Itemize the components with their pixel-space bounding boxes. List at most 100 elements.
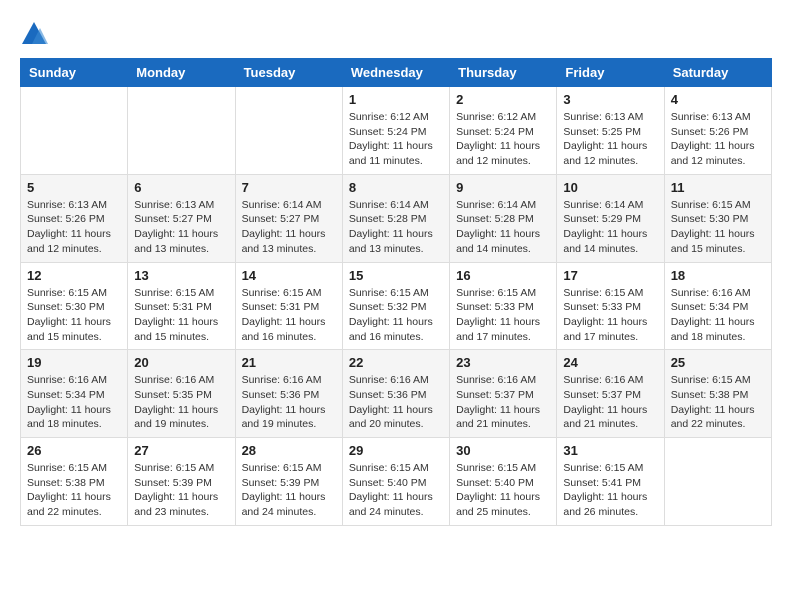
day-info: Sunrise: 6:14 AM Sunset: 5:28 PM Dayligh…: [456, 198, 550, 257]
day-number: 25: [671, 355, 765, 370]
day-info: Sunrise: 6:13 AM Sunset: 5:26 PM Dayligh…: [671, 110, 765, 169]
header-thursday: Thursday: [450, 59, 557, 87]
day-info: Sunrise: 6:16 AM Sunset: 5:34 PM Dayligh…: [671, 286, 765, 345]
day-number: 15: [349, 268, 443, 283]
day-info: Sunrise: 6:14 AM Sunset: 5:27 PM Dayligh…: [242, 198, 336, 257]
calendar-cell: [664, 438, 771, 526]
day-info: Sunrise: 6:16 AM Sunset: 5:35 PM Dayligh…: [134, 373, 228, 432]
day-info: Sunrise: 6:12 AM Sunset: 5:24 PM Dayligh…: [349, 110, 443, 169]
day-number: 2: [456, 92, 550, 107]
day-number: 26: [27, 443, 121, 458]
day-number: 22: [349, 355, 443, 370]
day-number: 21: [242, 355, 336, 370]
day-info: Sunrise: 6:16 AM Sunset: 5:34 PM Dayligh…: [27, 373, 121, 432]
day-number: 17: [563, 268, 657, 283]
calendar-cell: 1 Sunrise: 6:12 AM Sunset: 5:24 PM Daylig…: [342, 87, 449, 175]
calendar-cell: 20 Sunrise: 6:16 AM Sunset: 5:35 PM Dayli…: [128, 350, 235, 438]
header-friday: Friday: [557, 59, 664, 87]
day-number: 20: [134, 355, 228, 370]
day-info: Sunrise: 6:14 AM Sunset: 5:29 PM Dayligh…: [563, 198, 657, 257]
day-info: Sunrise: 6:15 AM Sunset: 5:41 PM Dayligh…: [563, 461, 657, 520]
calendar-cell: [21, 87, 128, 175]
calendar-cell: 25 Sunrise: 6:15 AM Sunset: 5:38 PM Dayli…: [664, 350, 771, 438]
day-number: 12: [27, 268, 121, 283]
calendar-cell: 3 Sunrise: 6:13 AM Sunset: 5:25 PM Daylig…: [557, 87, 664, 175]
week-row-1: 5 Sunrise: 6:13 AM Sunset: 5:26 PM Daylig…: [21, 174, 772, 262]
calendar-table: SundayMondayTuesdayWednesdayThursdayFrid…: [20, 58, 772, 526]
day-info: Sunrise: 6:15 AM Sunset: 5:32 PM Dayligh…: [349, 286, 443, 345]
day-number: 9: [456, 180, 550, 195]
week-row-2: 12 Sunrise: 6:15 AM Sunset: 5:30 PM Dayli…: [21, 262, 772, 350]
header-sunday: Sunday: [21, 59, 128, 87]
day-number: 14: [242, 268, 336, 283]
day-info: Sunrise: 6:12 AM Sunset: 5:24 PM Dayligh…: [456, 110, 550, 169]
day-info: Sunrise: 6:15 AM Sunset: 5:39 PM Dayligh…: [134, 461, 228, 520]
day-info: Sunrise: 6:16 AM Sunset: 5:36 PM Dayligh…: [242, 373, 336, 432]
day-info: Sunrise: 6:15 AM Sunset: 5:38 PM Dayligh…: [27, 461, 121, 520]
day-number: 8: [349, 180, 443, 195]
day-info: Sunrise: 6:15 AM Sunset: 5:40 PM Dayligh…: [456, 461, 550, 520]
calendar-cell: 7Sunrise: 6:14 AM Sunset: 5:27 PM Daylig…: [235, 174, 342, 262]
page-header: [20, 20, 772, 48]
calendar-cell: 30 Sunrise: 6:15 AM Sunset: 5:40 PM Dayli…: [450, 438, 557, 526]
week-row-3: 19 Sunrise: 6:16 AM Sunset: 5:34 PM Dayli…: [21, 350, 772, 438]
calendar-cell: 26 Sunrise: 6:15 AM Sunset: 5:38 PM Dayli…: [21, 438, 128, 526]
day-info: Sunrise: 6:15 AM Sunset: 5:30 PM Dayligh…: [671, 198, 765, 257]
day-info: Sunrise: 6:16 AM Sunset: 5:37 PM Dayligh…: [563, 373, 657, 432]
day-info: Sunrise: 6:15 AM Sunset: 5:33 PM Dayligh…: [563, 286, 657, 345]
day-info: Sunrise: 6:13 AM Sunset: 5:25 PM Dayligh…: [563, 110, 657, 169]
day-number: 5: [27, 180, 121, 195]
calendar-header-row: SundayMondayTuesdayWednesdayThursdayFrid…: [21, 59, 772, 87]
calendar-cell: 10 Sunrise: 6:14 AM Sunset: 5:29 PM Dayli…: [557, 174, 664, 262]
day-info: Sunrise: 6:16 AM Sunset: 5:36 PM Dayligh…: [349, 373, 443, 432]
day-number: 18: [671, 268, 765, 283]
day-number: 10: [563, 180, 657, 195]
day-number: 31: [563, 443, 657, 458]
header-tuesday: Tuesday: [235, 59, 342, 87]
day-info: Sunrise: 6:13 AM Sunset: 5:26 PM Dayligh…: [27, 198, 121, 257]
header-wednesday: Wednesday: [342, 59, 449, 87]
calendar-cell: 9 Sunrise: 6:14 AM Sunset: 5:28 PM Daylig…: [450, 174, 557, 262]
week-row-4: 26 Sunrise: 6:15 AM Sunset: 5:38 PM Dayli…: [21, 438, 772, 526]
calendar-cell: 31 Sunrise: 6:15 AM Sunset: 5:41 PM Dayli…: [557, 438, 664, 526]
day-number: 28: [242, 443, 336, 458]
calendar-cell: 16Sunrise: 6:15 AM Sunset: 5:33 PM Dayli…: [450, 262, 557, 350]
day-info: Sunrise: 6:13 AM Sunset: 5:27 PM Dayligh…: [134, 198, 228, 257]
calendar-cell: 23 Sunrise: 6:16 AM Sunset: 5:37 PM Dayli…: [450, 350, 557, 438]
day-info: Sunrise: 6:16 AM Sunset: 5:37 PM Dayligh…: [456, 373, 550, 432]
day-info: Sunrise: 6:15 AM Sunset: 5:31 PM Dayligh…: [134, 286, 228, 345]
day-info: Sunrise: 6:15 AM Sunset: 5:30 PM Dayligh…: [27, 286, 121, 345]
calendar-cell: 27 Sunrise: 6:15 AM Sunset: 5:39 PM Dayli…: [128, 438, 235, 526]
calendar-cell: 29Sunrise: 6:15 AM Sunset: 5:40 PM Dayli…: [342, 438, 449, 526]
day-info: Sunrise: 6:15 AM Sunset: 5:38 PM Dayligh…: [671, 373, 765, 432]
calendar-cell: 14Sunrise: 6:15 AM Sunset: 5:31 PM Dayli…: [235, 262, 342, 350]
day-number: 23: [456, 355, 550, 370]
day-info: Sunrise: 6:14 AM Sunset: 5:28 PM Dayligh…: [349, 198, 443, 257]
day-number: 30: [456, 443, 550, 458]
header-monday: Monday: [128, 59, 235, 87]
day-info: Sunrise: 6:15 AM Sunset: 5:33 PM Dayligh…: [456, 286, 550, 345]
day-number: 11: [671, 180, 765, 195]
calendar-cell: 24 Sunrise: 6:16 AM Sunset: 5:37 PM Dayli…: [557, 350, 664, 438]
logo: [20, 20, 52, 48]
calendar-cell: 21 Sunrise: 6:16 AM Sunset: 5:36 PM Dayli…: [235, 350, 342, 438]
calendar-cell: 18 Sunrise: 6:16 AM Sunset: 5:34 PM Dayli…: [664, 262, 771, 350]
calendar-cell: 8 Sunrise: 6:14 AM Sunset: 5:28 PM Daylig…: [342, 174, 449, 262]
day-number: 27: [134, 443, 228, 458]
week-row-0: 1 Sunrise: 6:12 AM Sunset: 5:24 PM Daylig…: [21, 87, 772, 175]
calendar-cell: 5 Sunrise: 6:13 AM Sunset: 5:26 PM Daylig…: [21, 174, 128, 262]
day-number: 6: [134, 180, 228, 195]
day-number: 4: [671, 92, 765, 107]
calendar-cell: 28Sunrise: 6:15 AM Sunset: 5:39 PM Dayli…: [235, 438, 342, 526]
calendar-cell: 15 Sunrise: 6:15 AM Sunset: 5:32 PM Dayli…: [342, 262, 449, 350]
calendar-cell: 13Sunrise: 6:15 AM Sunset: 5:31 PM Dayli…: [128, 262, 235, 350]
calendar-cell: 6 Sunrise: 6:13 AM Sunset: 5:27 PM Daylig…: [128, 174, 235, 262]
calendar-cell: [235, 87, 342, 175]
day-number: 1: [349, 92, 443, 107]
day-number: 24: [563, 355, 657, 370]
calendar-cell: 11 Sunrise: 6:15 AM Sunset: 5:30 PM Dayli…: [664, 174, 771, 262]
day-number: 19: [27, 355, 121, 370]
day-number: 3: [563, 92, 657, 107]
calendar-cell: [128, 87, 235, 175]
calendar-cell: 22 Sunrise: 6:16 AM Sunset: 5:36 PM Dayli…: [342, 350, 449, 438]
